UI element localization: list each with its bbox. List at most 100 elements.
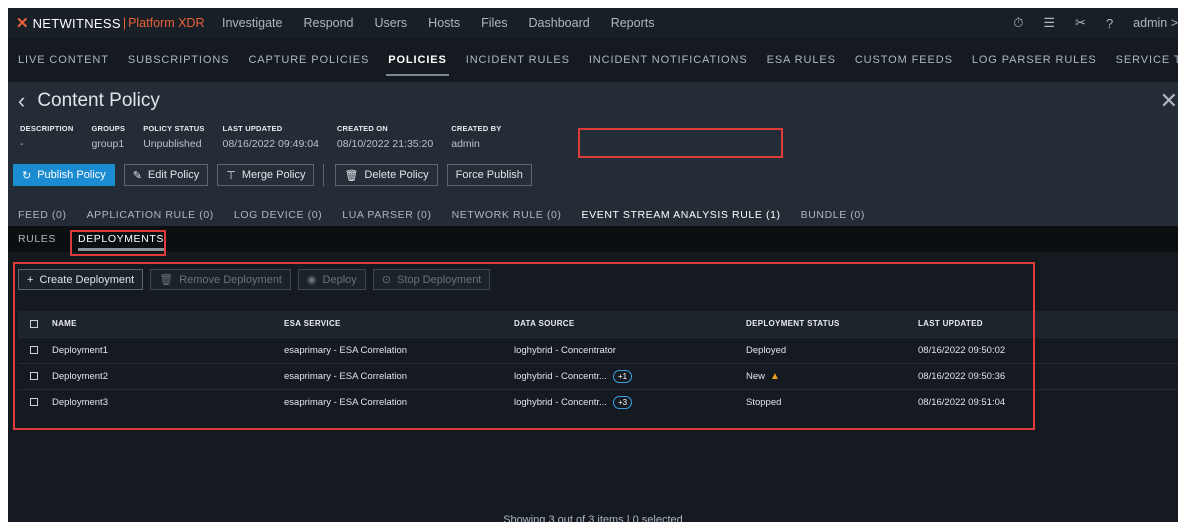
trash-icon: 🗑: [159, 274, 174, 286]
cell-data-source: loghybrid - Concentrator: [514, 336, 746, 363]
nav-respond[interactable]: Respond: [303, 16, 353, 30]
tab-lua-parser[interactable]: LUA PARSER (0): [342, 209, 431, 221]
user-menu[interactable]: admin >: [1133, 16, 1178, 30]
tab-incident-notifications[interactable]: INCIDENT NOTIFICATIONS: [589, 54, 748, 66]
cell-name: Deployment3: [18, 388, 284, 415]
meta-value: 08/16/2022 09:49:04: [222, 138, 319, 150]
rule-type-tabs: FEED (0) APPLICATION RULE (0) LOG DEVICE…: [18, 209, 885, 229]
content-policy-panel: ‹ Content Policy ✕ DESCRIPTION - GROUPS …: [8, 82, 1178, 229]
column-esa-service[interactable]: ESA SERVICE: [284, 311, 514, 337]
top-nav: ✕ NETWITNESS | Platform XDR Investigate …: [8, 8, 1178, 38]
nav-files[interactable]: Files: [481, 16, 507, 30]
nav-hosts[interactable]: Hosts: [428, 16, 460, 30]
button-label: Create Deployment: [39, 273, 135, 286]
cell-name: Deployment2: [18, 362, 284, 389]
column-deployment-status[interactable]: DEPLOYMENT STATUS: [746, 311, 918, 337]
table-row[interactable]: Deployment1 esaprimary - ESA Correlation…: [18, 336, 1178, 363]
meta-value: 08/10/2022 21:35:20: [336, 138, 434, 150]
more-sources-badge[interactable]: +1: [612, 369, 633, 383]
remove-deployment-button[interactable]: 🗑 Remove Deployment: [150, 269, 291, 290]
publish-policy-button[interactable]: ↻ Publish Policy: [13, 164, 115, 186]
tab-service-topology[interactable]: SERVICE TOPOLOGY: [1116, 54, 1178, 66]
row-checkbox[interactable]: [30, 345, 38, 354]
policy-header: ‹ Content Policy: [18, 88, 160, 114]
toolbar-divider: [323, 164, 325, 186]
logo-text: NETWITNESS: [32, 15, 121, 31]
stop-icon: ⊙: [381, 274, 391, 286]
preferences-icon[interactable]: ☰: [1043, 15, 1055, 31]
nav-investigate[interactable]: Investigate: [222, 16, 282, 30]
table-footer-status: Showing 3 out of 3 items | 0 selected: [503, 514, 683, 522]
more-sources-badge[interactable]: +3: [612, 395, 633, 409]
edit-icon: ✎: [132, 169, 142, 182]
table-row[interactable]: Deployment3 esaprimary - ESA Correlation…: [18, 388, 1178, 415]
meta-last-updated: LAST UPDATED 08/16/2022 09:49:04: [223, 124, 319, 150]
column-label: NAME: [52, 319, 77, 329]
table-row[interactable]: Deployment2 esaprimary - ESA Correlation…: [18, 362, 1178, 389]
plus-icon: +: [27, 273, 34, 286]
tools-icon[interactable]: ✂: [1075, 15, 1086, 31]
cell-esa-service: esaprimary - ESA Correlation: [284, 388, 514, 415]
tab-network-rule[interactable]: NETWORK RULE (0): [452, 209, 562, 221]
select-all-checkbox[interactable]: [30, 320, 38, 329]
stop-deployment-button[interactable]: ⊙ Stop Deployment: [372, 269, 491, 290]
button-label: Remove Deployment: [179, 273, 282, 286]
tab-deployments[interactable]: DEPLOYMENTS: [78, 233, 164, 251]
app-frame: ✕ NETWITNESS | Platform XDR Investigate …: [8, 8, 1178, 522]
policy-metadata: DESCRIPTION - GROUPS group1 POLICY STATU…: [20, 124, 519, 150]
cell-deployment-status: Deployed: [746, 336, 918, 363]
meta-label: POLICY STATUS: [143, 124, 205, 133]
logo[interactable]: ✕ NETWITNESS | Platform XDR: [8, 8, 222, 38]
close-icon[interactable]: ✕: [1160, 88, 1178, 114]
deploy-button[interactable]: ◉ Deploy: [297, 269, 366, 290]
netwitness-logo-icon: ✕: [16, 15, 29, 32]
tab-live-content[interactable]: LIVE CONTENT: [18, 54, 109, 66]
warning-icon[interactable]: ▲: [770, 371, 780, 382]
tab-policies[interactable]: POLICIES: [386, 54, 449, 76]
deployment-name[interactable]: Deployment1: [52, 345, 108, 356]
deployment-name[interactable]: Deployment2: [52, 371, 108, 382]
tab-capture-policies[interactable]: CAPTURE POLICIES: [248, 54, 369, 66]
meta-label: GROUPS: [91, 124, 126, 133]
column-name[interactable]: NAME: [18, 311, 284, 337]
force-publish-button[interactable]: Force Publish: [446, 164, 532, 186]
deployments-toolbar: + Create Deployment 🗑 Remove Deployment …: [18, 269, 497, 290]
tab-event-stream-analysis-rule[interactable]: EVENT STREAM ANALYSIS RULE (1): [581, 209, 781, 229]
merge-policy-button[interactable]: ⊤ Merge Policy: [217, 164, 315, 186]
top-nav-tools: ⏱ ☰ ✂ ? admin >: [1013, 8, 1178, 38]
tab-feed[interactable]: FEED (0): [18, 209, 67, 221]
tab-bundle[interactable]: BUNDLE (0): [801, 209, 865, 221]
delete-policy-button[interactable]: 🗑 Delete Policy: [335, 164, 438, 186]
row-checkbox[interactable]: [30, 371, 38, 380]
tab-log-parser-rules[interactable]: LOG PARSER RULES: [972, 54, 1097, 66]
data-source-text: loghybrid - Concentr...: [514, 370, 607, 382]
tab-esa-rules[interactable]: ESA RULES: [767, 54, 836, 66]
button-label: Publish Policy: [37, 169, 106, 181]
refresh-icon: ↻: [22, 169, 32, 182]
tab-subscriptions[interactable]: SUBSCRIPTIONS: [128, 54, 230, 66]
nav-dashboard[interactable]: Dashboard: [529, 16, 590, 30]
cell-last-updated: 08/16/2022 09:50:36: [918, 362, 1178, 389]
edit-policy-button[interactable]: ✎ Edit Policy: [123, 164, 209, 186]
row-checkbox[interactable]: [30, 398, 38, 407]
trash-icon: 🗑: [344, 169, 359, 182]
tab-custom-feeds[interactable]: CUSTOM FEEDS: [855, 54, 953, 66]
cell-name: Deployment1: [18, 336, 284, 363]
create-deployment-button[interactable]: + Create Deployment: [18, 269, 144, 290]
tab-application-rule[interactable]: APPLICATION RULE (0): [87, 209, 214, 221]
tab-incident-rules[interactable]: INCIDENT RULES: [466, 54, 570, 66]
cell-last-updated: 08/16/2022 09:51:04: [918, 388, 1178, 415]
deployment-name[interactable]: Deployment3: [52, 397, 108, 408]
back-icon[interactable]: ‹: [18, 88, 25, 114]
column-data-source[interactable]: DATA SOURCE: [514, 311, 746, 337]
nav-users[interactable]: Users: [375, 16, 408, 30]
nav-reports[interactable]: Reports: [611, 16, 655, 30]
meta-description: DESCRIPTION -: [20, 124, 73, 150]
tab-log-device[interactable]: LOG DEVICE (0): [234, 209, 322, 221]
meta-label: DESCRIPTION: [20, 124, 74, 133]
deploy-icon: ◉: [306, 274, 317, 286]
tab-rules[interactable]: RULES: [18, 233, 56, 245]
timer-icon[interactable]: ⏱: [1013, 15, 1023, 31]
help-icon[interactable]: ?: [1106, 16, 1113, 31]
column-last-updated[interactable]: LAST UPDATED: [918, 311, 1178, 337]
